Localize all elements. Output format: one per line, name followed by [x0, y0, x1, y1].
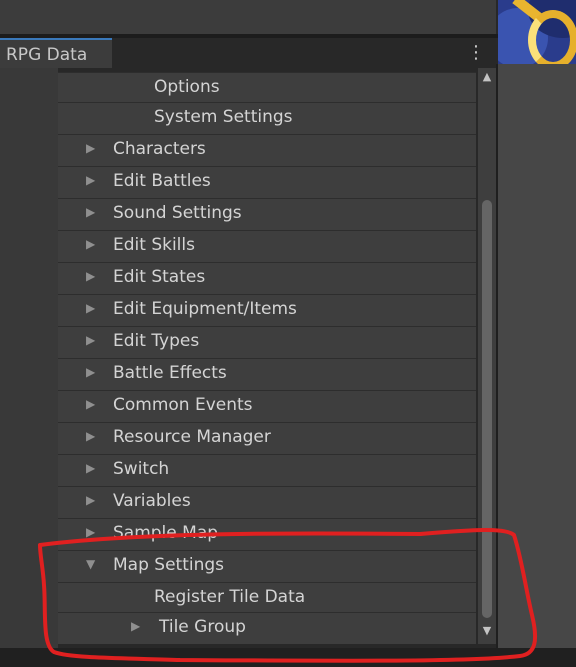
tree-item[interactable]: ▶ Battle Effects: [58, 358, 476, 390]
collapsed-arrow-icon[interactable]: ▶: [86, 205, 95, 219]
tree-item-label: Variables: [113, 491, 191, 511]
tree-item-label: Resource Manager: [113, 427, 271, 447]
preview-thumbnail: [498, 0, 576, 64]
collapsed-arrow-icon[interactable]: ▶: [86, 333, 95, 347]
collapsed-arrow-icon[interactable]: ▶: [86, 269, 95, 283]
panel-divider: [496, 64, 498, 648]
tree-item[interactable]: ▶ Edit States: [58, 262, 476, 294]
collapsed-arrow-icon[interactable]: ▶: [131, 619, 140, 633]
tree-item[interactable]: ▼ Map Settings: [58, 550, 476, 582]
tree-item-label: Common Events: [113, 395, 253, 415]
tree-item[interactable]: ▶ Edit Battles: [58, 166, 476, 198]
scrollbar-thumb[interactable]: [482, 200, 492, 618]
tree-item[interactable]: ▶ Characters: [58, 134, 476, 166]
tree-item-label: Battle Effects: [113, 363, 227, 383]
kebab-menu-icon[interactable]: ⋮: [464, 42, 488, 64]
tree-item-label: Sound Settings: [113, 203, 242, 223]
tree-item-label: Sample Map: [113, 523, 219, 543]
tree-item-label: Switch: [113, 459, 170, 479]
tree-item[interactable]: ▶ Switch: [58, 454, 476, 486]
tree-item-label: System Settings: [154, 107, 293, 127]
tree-item[interactable]: ▶ Sound Settings: [58, 198, 476, 230]
collapsed-arrow-icon[interactable]: ▶: [86, 525, 95, 539]
tab-label: RPG Data: [6, 45, 88, 65]
footer-bar: [0, 648, 576, 667]
collapsed-arrow-icon[interactable]: ▶: [86, 397, 95, 411]
tree-item-label: Options: [154, 77, 220, 97]
collapsed-arrow-icon[interactable]: ▶: [86, 301, 95, 315]
collapsed-arrow-icon[interactable]: ▶: [86, 429, 95, 443]
tree-item[interactable]: ▶ Variables: [58, 486, 476, 518]
collapsed-arrow-icon[interactable]: ▶: [86, 173, 95, 187]
scroll-up-arrow-icon[interactable]: ▲: [480, 70, 494, 84]
tab-bar: RPG Data ⋮: [0, 38, 496, 68]
tree-item-label: Edit Equipment/Items: [113, 299, 297, 319]
collapsed-arrow-icon[interactable]: ▶: [86, 493, 95, 507]
tree-item[interactable]: ▶ Resource Manager: [58, 422, 476, 454]
left-gutter: [0, 68, 58, 648]
scroll-down-arrow-icon[interactable]: ▼: [480, 624, 494, 638]
tree-item-label: Edit Skills: [113, 235, 195, 255]
tree-item[interactable]: ▶ Common Events: [58, 390, 476, 422]
tree-item[interactable]: Options: [58, 72, 476, 102]
tree-item[interactable]: ▶ Edit Types: [58, 326, 476, 358]
tree-item-label: Edit Battles: [113, 171, 211, 191]
tree-item-label: Characters: [113, 139, 206, 159]
tree-item-label: Map Settings: [113, 555, 225, 575]
right-panel: [496, 64, 576, 648]
tree-item-label: Register Tile Data: [154, 587, 306, 607]
top-toolbar-strip: [0, 0, 496, 34]
tree-item[interactable]: Register Tile Data: [58, 582, 476, 612]
tree-item-label: Tile Group: [159, 617, 246, 637]
collapsed-arrow-icon[interactable]: ▶: [86, 237, 95, 251]
tree-item[interactable]: ▶ Tile Group: [58, 612, 476, 644]
tree-item-label: Edit States: [113, 267, 206, 287]
tab-rpg-data[interactable]: RPG Data: [0, 38, 112, 68]
expanded-arrow-icon[interactable]: ▼: [86, 557, 95, 571]
tree-item-label: Edit Types: [113, 331, 200, 351]
tree-item[interactable]: ▶ Edit Equipment/Items: [58, 294, 476, 326]
tree-item[interactable]: ▶ Edit Skills: [58, 230, 476, 262]
tree-item[interactable]: System Settings: [58, 102, 476, 134]
collapsed-arrow-icon[interactable]: ▶: [86, 141, 95, 155]
collapsed-arrow-icon[interactable]: ▶: [86, 365, 95, 379]
tree-item[interactable]: ▶ Sample Map: [58, 518, 476, 550]
collapsed-arrow-icon[interactable]: ▶: [86, 461, 95, 475]
